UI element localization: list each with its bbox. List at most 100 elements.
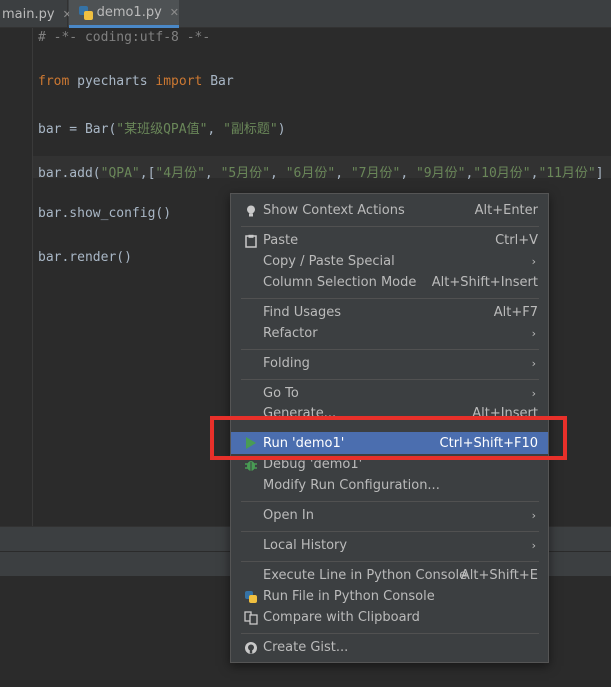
- menu-item-label: Column Selection Mode: [263, 275, 417, 290]
- menu-item-shortcut: Alt+Insert: [472, 406, 538, 421]
- code-line-9: bar.show_config(): [38, 206, 172, 221]
- tab-label: main.py: [2, 6, 55, 22]
- bug-icon: [243, 457, 259, 473]
- code-text: ,[: [139, 166, 156, 181]
- menu-item-label: Paste: [263, 233, 299, 248]
- menu-separator: [241, 633, 539, 634]
- code-line-3: from pyecharts import Bar: [38, 74, 234, 89]
- menu-item-run-file-in-console[interactable]: Run File in Python Console: [231, 586, 548, 607]
- menu-item-label: Debug 'demo1': [263, 457, 363, 472]
- menu-item-shortcut: Alt+F7: [493, 305, 538, 320]
- compare-icon: [243, 610, 259, 626]
- menu-separator: [241, 226, 539, 227]
- menu-item-column-selection-mode[interactable]: Column Selection Mode Alt+Shift+Insert: [231, 272, 548, 293]
- string: "11月份": [538, 166, 596, 181]
- menu-item-label: Execute Line in Python Console: [263, 568, 468, 583]
- menu-item-label: Compare with Clipboard: [263, 610, 420, 625]
- menu-item-shortcut: Alt+Enter: [474, 203, 538, 218]
- menu-item-go-to[interactable]: Go To ›: [231, 383, 548, 404]
- code-line-11: bar.render(): [38, 250, 132, 265]
- string: "副标题": [223, 122, 278, 137]
- menu-item-label: Open In: [263, 508, 314, 523]
- python-file-icon: [79, 5, 93, 20]
- code-line-1: # -*- coding:utf-8 -*-: [38, 30, 211, 45]
- menu-item-paste[interactable]: Paste Ctrl+V: [231, 230, 548, 251]
- gutter-divider: [32, 28, 33, 526]
- menu-item-modify-run-configuration[interactable]: Modify Run Configuration...: [231, 475, 548, 496]
- class-name: Bar: [202, 74, 234, 89]
- menu-item-refactor[interactable]: Refactor ›: [231, 323, 548, 344]
- code-line-5: bar = Bar("某班级QPA值", "副标题"): [38, 118, 286, 137]
- code-text: ): [277, 122, 286, 137]
- string: "4月份": [155, 166, 205, 181]
- string: "7月份": [350, 166, 401, 181]
- menu-item-label: Go To: [263, 386, 299, 401]
- menu-item-label: Local History: [263, 538, 348, 553]
- menu-item-shortcut: Ctrl+V: [495, 233, 538, 248]
- menu-separator: [241, 379, 539, 380]
- code-text: ,: [207, 122, 224, 137]
- menu-item-label: Create Gist...: [263, 640, 349, 655]
- menu-item-find-usages[interactable]: Find Usages Alt+F7: [231, 302, 548, 323]
- menu-item-label: Copy / Paste Special: [263, 254, 395, 269]
- menu-item-label: Run File in Python Console: [263, 589, 435, 604]
- menu-item-shortcut: Ctrl+Shift+F10: [439, 435, 538, 451]
- menu-item-label: Modify Run Configuration...: [263, 478, 440, 493]
- menu-item-label: Show Context Actions: [263, 203, 405, 218]
- menu-item-shortcut: Alt+Shift+E: [460, 568, 538, 583]
- python-icon: [243, 589, 259, 605]
- menu-separator: [241, 531, 539, 532]
- menu-item-shortcut: Alt+Shift+Insert: [431, 275, 538, 290]
- code-text: bar.add(: [38, 166, 101, 181]
- string: "10月份": [473, 166, 531, 181]
- string: "QPA": [100, 166, 140, 181]
- github-icon: [243, 640, 259, 656]
- menu-item-copy-paste-special[interactable]: Copy / Paste Special ›: [231, 251, 548, 272]
- menu-separator: [241, 561, 539, 562]
- menu-item-folding[interactable]: Folding ›: [231, 353, 548, 374]
- string: "某班级QPA值": [116, 122, 208, 137]
- menu-item-run[interactable]: Run 'demo1' Ctrl+Shift+F10: [231, 432, 548, 454]
- submenu-arrow-icon: ›: [531, 357, 536, 370]
- module-name: pyecharts: [69, 74, 156, 89]
- menu-item-label: Run 'demo1': [263, 435, 345, 451]
- menu-separator: [241, 349, 539, 350]
- code-text: ,: [270, 166, 286, 181]
- menu-item-label: Find Usages: [263, 305, 342, 320]
- tab-label: demo1.py: [96, 5, 162, 20]
- menu-item-generate[interactable]: Generate... Alt+Insert: [231, 404, 548, 425]
- submenu-arrow-icon: ›: [531, 327, 536, 340]
- editor-tab-bar: main.py ✕ demo1.py ✕: [0, 0, 611, 28]
- clipboard-icon: [243, 233, 259, 249]
- menu-item-open-in[interactable]: Open In ›: [231, 505, 548, 526]
- menu-item-execute-line[interactable]: Execute Line in Python Console Alt+Shift…: [231, 565, 548, 586]
- menu-item-create-gist[interactable]: Create Gist...: [231, 637, 548, 658]
- menu-item-debug[interactable]: Debug 'demo1': [231, 454, 548, 475]
- code-text: ,: [335, 166, 351, 181]
- submenu-arrow-icon: ›: [531, 539, 536, 552]
- code-text: ,: [204, 166, 221, 181]
- close-icon[interactable]: ✕: [170, 6, 179, 19]
- string: "6月份": [285, 166, 336, 181]
- menu-item-compare-with-clipboard[interactable]: Compare with Clipboard: [231, 607, 548, 628]
- string: "9月份": [415, 166, 466, 181]
- menu-item-label: Generate...: [263, 406, 337, 421]
- keyword: import: [155, 74, 203, 89]
- code-text: ]: [595, 166, 604, 181]
- submenu-arrow-icon: ›: [531, 509, 536, 522]
- menu-separator: [241, 298, 539, 299]
- code-text: bar = Bar(: [38, 122, 117, 137]
- menu-item-local-history[interactable]: Local History ›: [231, 535, 548, 556]
- menu-item-label: Folding: [263, 356, 310, 371]
- code-line-7: bar.add("QPA",["4月份", "5月份", "6月份", "7月份…: [38, 162, 604, 181]
- menu-separator: [241, 501, 539, 502]
- menu-item-show-context-actions[interactable]: Show Context Actions Alt+Enter: [231, 200, 548, 221]
- submenu-arrow-icon: ›: [531, 387, 536, 400]
- tab-main-py[interactable]: main.py ✕: [0, 0, 72, 28]
- menu-item-label: Refactor: [263, 326, 318, 341]
- run-triangle-icon: [243, 435, 259, 451]
- tab-demo1-py[interactable]: demo1.py ✕: [69, 0, 179, 28]
- string: "5月份": [220, 166, 271, 181]
- code-text: ,: [400, 166, 416, 181]
- submenu-arrow-icon: ›: [531, 255, 536, 268]
